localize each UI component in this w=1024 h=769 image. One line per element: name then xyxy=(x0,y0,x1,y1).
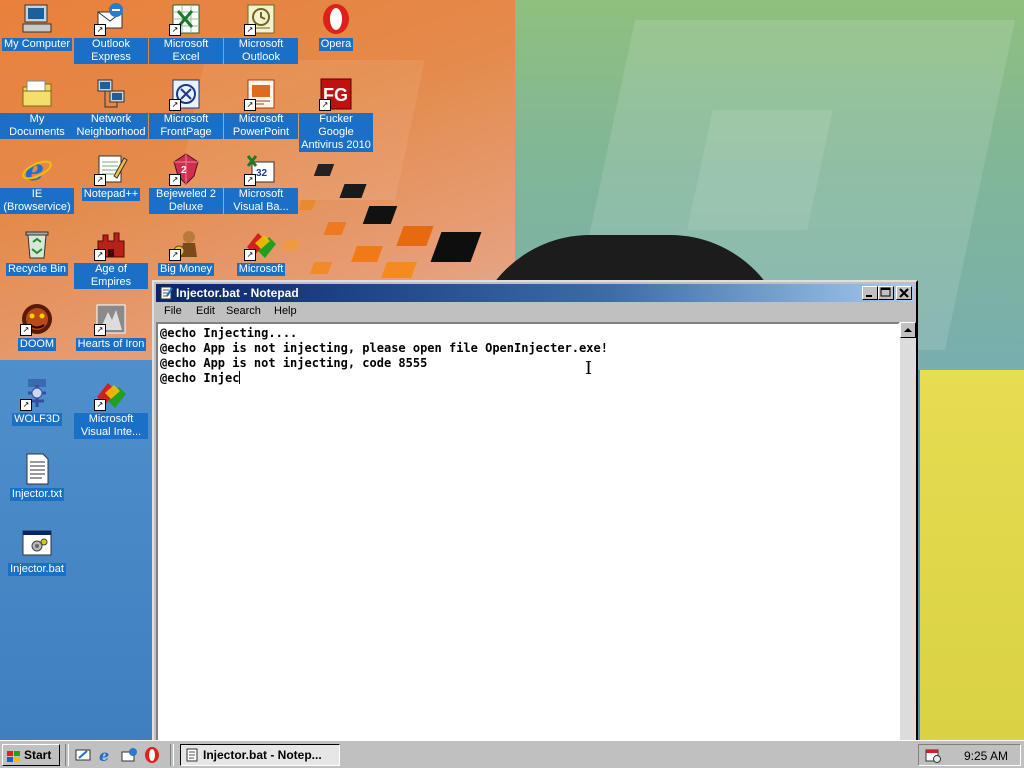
menu-help[interactable]: Help xyxy=(274,305,297,317)
desktop-icon-visual-basic[interactable]: 32 ↗ Microsoft Visual Ba... xyxy=(224,152,298,214)
taskbar-button-label: Injector.bat - Notep... xyxy=(203,748,322,762)
desktop-icon-hearts-of-iron[interactable]: ↗ Hearts of Iron xyxy=(74,302,148,351)
minimize-button[interactable] xyxy=(862,286,878,300)
batch-file-icon xyxy=(20,527,54,561)
desktop-icon-antivirus[interactable]: FG ↗ Fucker Google Antivirus 2010 xyxy=(299,77,373,152)
powerpoint-icon: ↗ xyxy=(244,77,278,111)
desktop-icon-outlook-express[interactable]: ↗ Outlook Express xyxy=(74,2,148,64)
system-tray: 9:25 AM xyxy=(918,744,1021,766)
notepad-plus-icon: ↗ xyxy=(94,152,128,186)
text-file-icon xyxy=(20,452,54,486)
desktop-icon-injector-bat[interactable]: Injector.bat xyxy=(0,527,74,576)
desktop-icon-frontpage[interactable]: ↗ Microsoft FrontPage xyxy=(149,77,223,139)
bejeweled-icon: 2 ↗ xyxy=(169,152,203,186)
desktop-icon-big-money[interactable]: ↗ Big Money xyxy=(149,227,223,276)
menu-file[interactable]: File xyxy=(164,305,182,317)
antivirus-icon: FG ↗ xyxy=(319,77,353,111)
editor-line: @echo App is not injecting, please open … xyxy=(160,341,608,355)
text-editor[interactable]: @echo Injecting.... @echo App is not inje… xyxy=(156,322,900,746)
svg-text:e: e xyxy=(99,746,109,764)
start-label: Start xyxy=(24,748,52,762)
svg-text:32: 32 xyxy=(256,168,268,179)
clock[interactable]: 9:25 AM xyxy=(964,749,1008,763)
desktop-icon-bejeweled[interactable]: 2 ↗ Bejeweled 2 Deluxe xyxy=(149,152,223,214)
desktop-icon-wolf3d[interactable]: ↗ WOLF3D xyxy=(0,377,74,426)
folder-icon xyxy=(20,77,54,111)
editor-line: @echo App is not injecting, code 8555 xyxy=(160,356,428,370)
menu-search[interactable]: Search xyxy=(226,305,261,317)
hearts-of-iron-icon: ↗ xyxy=(94,302,128,336)
svg-text:2: 2 xyxy=(181,165,187,176)
desktop-icon-doom[interactable]: ↗ DOOM xyxy=(0,302,74,351)
show-desktop-icon[interactable] xyxy=(74,746,92,764)
doom-icon: ↗ xyxy=(20,302,54,336)
taskbar-separator xyxy=(170,744,174,766)
scroll-up-button[interactable] xyxy=(900,322,916,338)
taskbar-separator xyxy=(65,744,69,766)
internet-explorer-quick-icon[interactable]: e xyxy=(97,746,115,765)
desktop-icon-visual-interdev[interactable]: ↗ Microsoft Visual Inte... xyxy=(74,377,148,439)
text-caret xyxy=(239,371,241,384)
desktop-icon-injector-txt[interactable]: Injector.txt xyxy=(0,452,74,501)
desktop-icon-visual-studio[interactable]: ↗ Microsoft xyxy=(224,227,298,276)
excel-icon: ↗ xyxy=(169,2,203,36)
visual-interdev-icon: ↗ xyxy=(94,377,128,411)
big-money-icon: ↗ xyxy=(169,227,203,261)
window-title: Injector.bat - Notepad xyxy=(176,286,299,300)
editor-line: @echo Injec xyxy=(160,371,240,385)
desktop-icon-ie[interactable]: e IE (Browservice) xyxy=(0,152,74,214)
desktop-icon-network[interactable]: Network Neighborhood xyxy=(74,77,148,139)
menu-bar: File Edit Search Help xyxy=(156,303,914,321)
task-scheduler-icon[interactable] xyxy=(925,747,941,763)
editor-content: @echo Injecting.... @echo App is not inje… xyxy=(160,326,608,386)
desktop-icon-age-of-empires[interactable]: ↗ Age of Empires xyxy=(74,227,148,289)
computer-icon xyxy=(20,2,54,36)
text-cursor-icon: I xyxy=(585,358,593,379)
desktop-icon-recycle-bin[interactable]: Recycle Bin xyxy=(0,227,74,276)
outlook-express-icon: ↗ xyxy=(94,2,128,36)
opera-quick-icon[interactable] xyxy=(143,746,161,764)
network-icon xyxy=(94,77,128,111)
editor-line: @echo Injecting.... xyxy=(160,326,298,340)
menu-edit[interactable]: Edit xyxy=(196,305,215,317)
outlook-icon: ↗ xyxy=(244,2,278,36)
desktop-icon-my-computer[interactable]: My Computer xyxy=(0,2,74,51)
taskbar-button-notepad[interactable]: Injector.bat - Notep... xyxy=(180,744,340,766)
visual-studio-icon: ↗ xyxy=(244,227,278,261)
start-button[interactable]: Start xyxy=(2,744,60,766)
desktop-icon-outlook[interactable]: ↗ Microsoft Outlook xyxy=(224,2,298,64)
notepad-window[interactable]: Injector.bat - Notepad File Edit Search … xyxy=(152,280,918,750)
close-button[interactable] xyxy=(896,286,912,300)
windows-logo-icon xyxy=(7,749,21,762)
age-of-empires-icon: ↗ xyxy=(94,227,128,261)
visual-basic-icon: 32 ↗ xyxy=(244,152,278,186)
notepad-task-icon xyxy=(185,748,199,762)
taskbar: Start e Injector.bat - Notep... 9:25 AM xyxy=(0,740,1024,768)
outlook-express-quick-icon[interactable] xyxy=(120,746,138,764)
desktop-icon-notepad-plus[interactable]: ↗ Notepad++ xyxy=(74,152,148,201)
opera-icon xyxy=(319,2,353,36)
desktop-icon-my-documents[interactable]: My Documents xyxy=(0,77,74,139)
notepad-app-icon xyxy=(159,286,173,300)
maximize-button[interactable] xyxy=(878,286,894,300)
desktop-icon-powerpoint[interactable]: ↗ Microsoft PowerPoint xyxy=(224,77,298,139)
recycle-bin-icon xyxy=(20,227,54,261)
wolf3d-icon: ↗ xyxy=(20,377,54,411)
title-bar[interactable]: Injector.bat - Notepad xyxy=(156,284,914,302)
desktop-icon-excel[interactable]: ↗ Microsoft Excel xyxy=(149,2,223,64)
desktop-icon-opera[interactable]: Opera xyxy=(299,2,373,51)
frontpage-icon: ↗ xyxy=(169,77,203,111)
internet-explorer-icon: e xyxy=(20,152,54,188)
vertical-scrollbar[interactable] xyxy=(900,322,916,746)
